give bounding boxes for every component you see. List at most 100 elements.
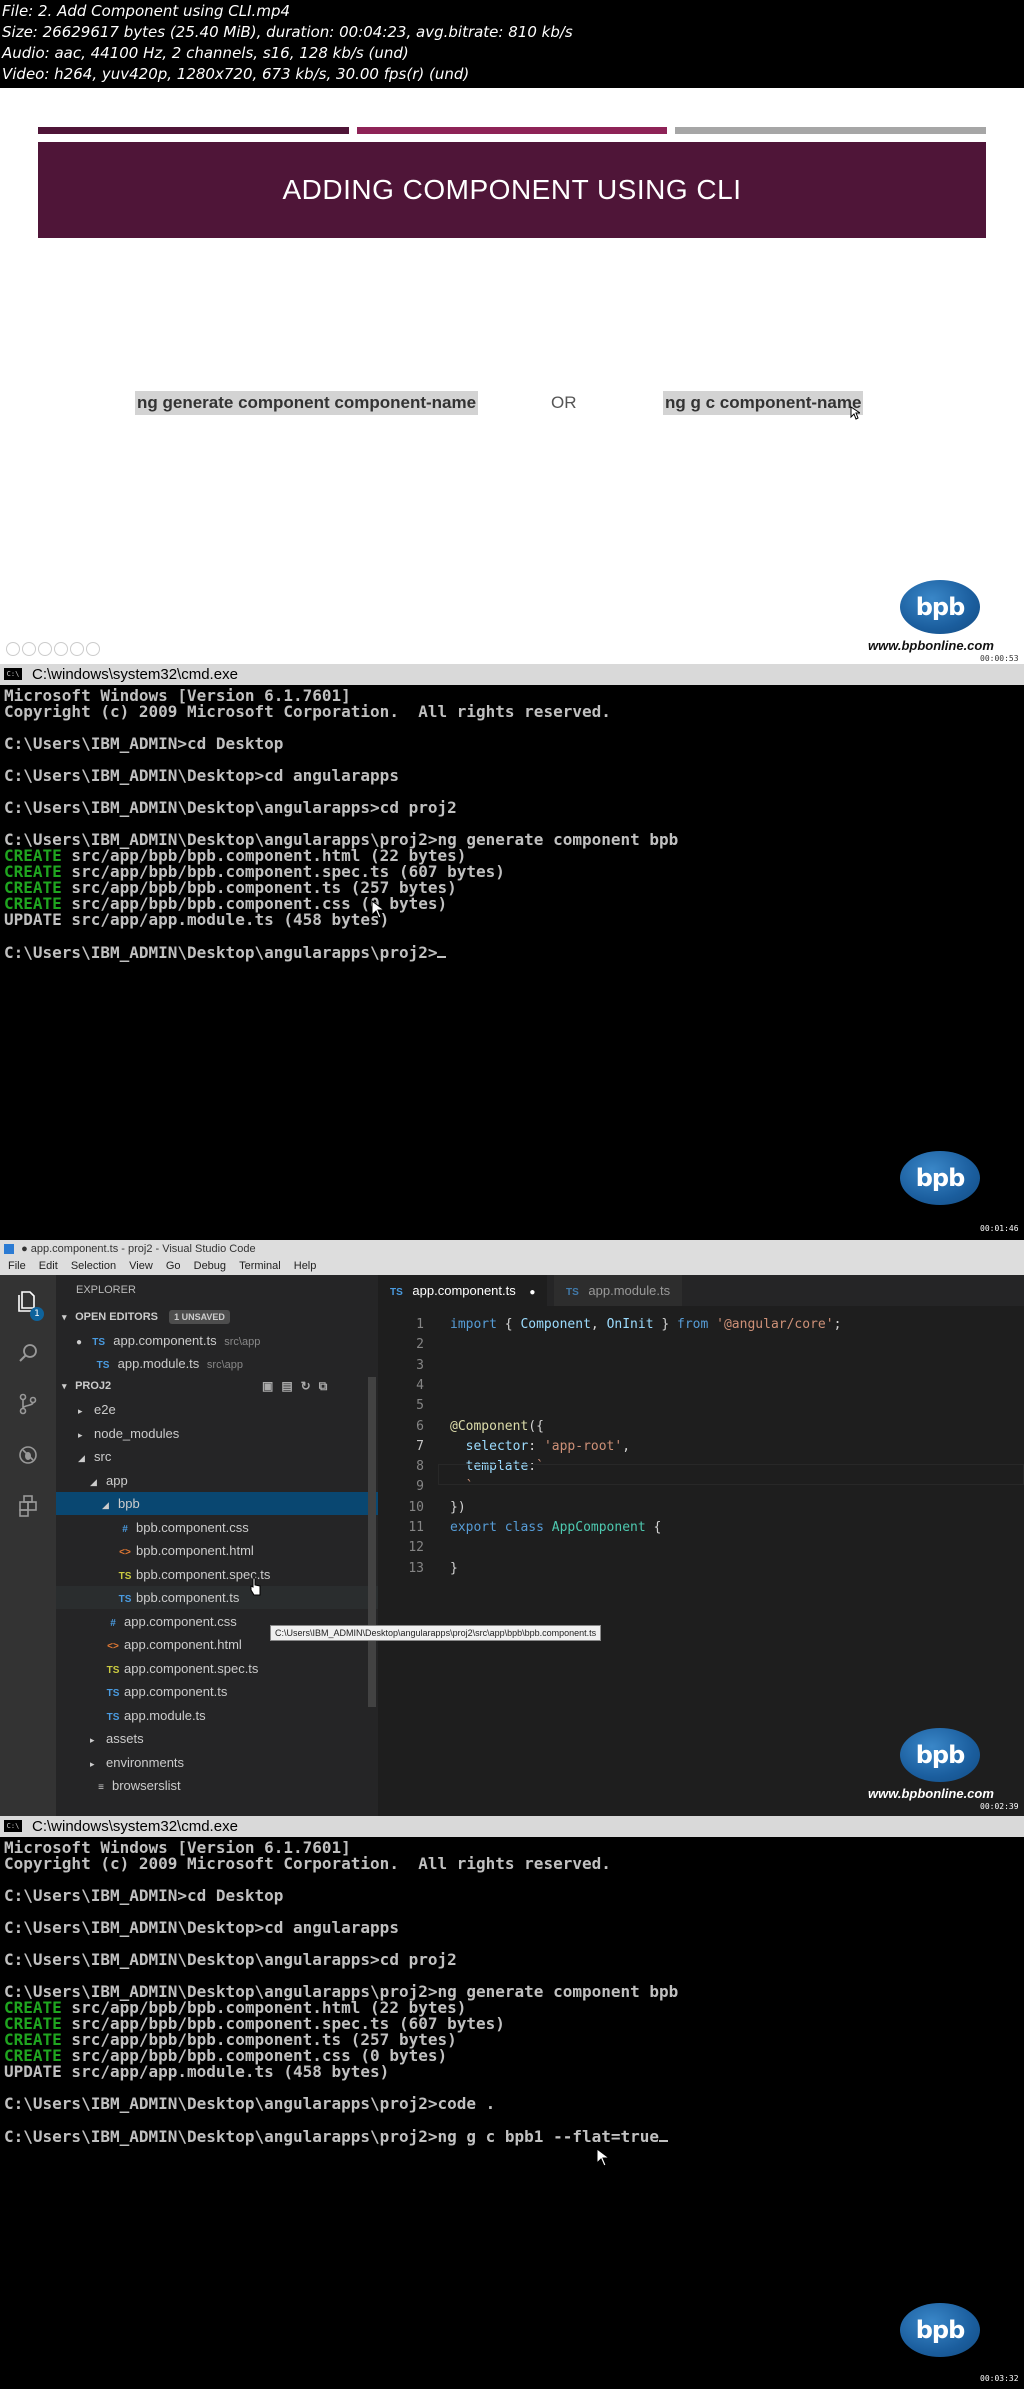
sidebar-scrollbar[interactable] — [368, 1377, 376, 1707]
html-file-icon: <> — [119, 1547, 131, 1558]
tab-app-component[interactable]: TS app.component.ts ● — [378, 1275, 548, 1306]
tree-item[interactable]: TS app.module.ts — [56, 1704, 378, 1727]
console-output[interactable]: Microsoft Windows [Version 6.1.7601] Copy… — [4, 688, 678, 961]
cmd-app-icon: C:\ — [4, 1820, 22, 1832]
tree-item[interactable]: ▸ e2e — [56, 1398, 378, 1421]
line-number: 3 — [416, 1357, 424, 1373]
line-number: 10 — [408, 1499, 424, 1515]
explorer-actions-icon[interactable]: ▣▤↻⧉ — [262, 1375, 335, 1398]
prev-control-icon[interactable] — [6, 642, 20, 656]
line-number: 11 — [408, 1520, 424, 1535]
pen-control-icon[interactable] — [38, 642, 52, 656]
tree-item-label: e2e — [94, 1402, 116, 1417]
tree-item-label: app.component.spec.ts — [124, 1660, 259, 1676]
slides-control-icon[interactable] — [70, 642, 84, 656]
more-control-icon[interactable] — [86, 642, 100, 656]
tree-item[interactable]: # bpb.component.css — [56, 1516, 378, 1539]
chevron-down-icon: ◢ — [102, 1500, 109, 1510]
menu-selection[interactable]: Selection — [71, 1260, 116, 1272]
tree-item-label: app.component.css — [124, 1613, 237, 1629]
console-line: C:\Users\IBM_ADMIN>cd Desktop — [4, 736, 678, 752]
mouse-pointer-icon — [850, 406, 860, 420]
console-text: Copyright (c) 2009 Microsoft Corporation… — [4, 702, 611, 721]
console-output[interactable]: Microsoft Windows [Version 6.1.7601] Copy… — [4, 1840, 678, 2145]
tree-item[interactable]: ▸ assets — [56, 1727, 378, 1750]
console-text: UPDATE src/app/app.module.ts (458 bytes) — [4, 910, 390, 929]
console-line: C:\Users\IBM_ADMIN\Desktop>cd angularapp… — [4, 1920, 678, 1936]
open-editor-path: src\app — [224, 1336, 261, 1348]
tree-item[interactable]: ◢ bpb — [56, 1492, 378, 1515]
console-line: C:\Users\IBM_ADMIN\Desktop\angularapps\p… — [4, 2096, 678, 2112]
console-text: C:\Users\IBM_ADMIN>cd Desktop — [4, 734, 284, 753]
console-text: C:\Users\IBM_ADMIN\Desktop\angularapps>c… — [4, 1950, 457, 1969]
logo-text: bpb — [915, 593, 966, 621]
line-number: 8 — [416, 1459, 424, 1475]
tab-label: app.component.ts — [412, 1283, 516, 1298]
open-editor-item[interactable]: ● TS app.component.ts src\app — [56, 1329, 378, 1352]
menu-go[interactable]: Go — [166, 1260, 181, 1272]
extensions-icon[interactable] — [16, 1494, 40, 1518]
menu-bar: File Edit Selection View Go Debug Termin… — [0, 1258, 1024, 1275]
tree-item[interactable]: TS app.component.ts — [56, 1680, 378, 1703]
tree-item[interactable]: ▸ environments — [56, 1751, 378, 1774]
tree-item-label: app — [106, 1472, 128, 1488]
tree-item-label: app.module.ts — [124, 1707, 206, 1723]
tree-item[interactable]: ◢ src — [56, 1445, 378, 1468]
console-line: C:\Users\IBM_ADMIN\Desktop\angularapps\p… — [4, 944, 678, 961]
debug-icon[interactable] — [16, 1443, 40, 1467]
tree-item-label: environments — [106, 1754, 185, 1770]
project-header[interactable]: ▾ PROJ2 ▣▤↻⧉ — [56, 1375, 378, 1398]
tab-label: app.module.ts — [588, 1283, 671, 1298]
command-long: ng generate component component-name — [135, 391, 479, 415]
menu-help[interactable]: Help — [294, 1260, 317, 1272]
audio-line: Audio: aac, 44100 Hz, 2 channels, s16, 1… — [2, 44, 409, 62]
open-editors-header[interactable]: ▾ OPEN EDITORS 1 UNSAVED — [56, 1306, 378, 1329]
menu-edit[interactable]: Edit — [39, 1260, 58, 1272]
menu-terminal[interactable]: Terminal — [239, 1260, 281, 1272]
slide-title: ADDING COMPONENT USING CLI — [38, 142, 986, 238]
command-short: ng g c component-name — [663, 391, 864, 415]
menu-file[interactable]: File — [8, 1260, 26, 1272]
cmd-window-2: C:\ C:\windows\system32\cmd.exe Microsof… — [0, 1816, 1024, 2389]
explorer-sidebar: EXPLORER ▾ OPEN EDITORS 1 UNSAVED ● TS a… — [56, 1275, 378, 1816]
tree-item[interactable]: <> bpb.component.html — [56, 1539, 378, 1562]
tab-app-module[interactable]: TS app.module.ts — [554, 1275, 683, 1306]
spec-file-icon: TS — [106, 1664, 120, 1676]
tree-item[interactable]: TS bpb.component.ts — [56, 1586, 378, 1609]
line-number: 13 — [408, 1560, 424, 1576]
code-line: export class AppComponent { — [450, 1520, 662, 1535]
tree-item-label: bpb.component.ts — [136, 1590, 240, 1605]
frame-timestamp: 00:03:32 — [980, 2374, 1019, 2383]
logo-text: bpb — [915, 2316, 966, 2344]
vscode-logo-icon — [4, 1244, 14, 1254]
chevron-down-icon: ▾ — [62, 1312, 67, 1322]
open-editors-label: OPEN EDITORS — [75, 1311, 158, 1323]
source-control-icon[interactable] — [16, 1392, 40, 1416]
zoom-control-icon[interactable] — [54, 642, 68, 656]
tree-item[interactable]: TS app.component.spec.ts — [56, 1657, 378, 1680]
cmd-title: C:\windows\system32\cmd.exe — [32, 1818, 238, 1835]
tree-item[interactable]: ≡ browserslist — [56, 1774, 378, 1797]
menu-debug[interactable]: Debug — [194, 1260, 226, 1272]
tree-item[interactable]: ▸ node_modules — [56, 1422, 378, 1445]
console-line: Copyright (c) 2009 Microsoft Corporation… — [4, 704, 678, 720]
video-line: Video: h264, yuv420p, 1280x720, 673 kb/s… — [2, 65, 470, 83]
dirty-dot-icon: ● — [76, 1337, 83, 1348]
slide-bar-3 — [675, 127, 986, 134]
menu-view[interactable]: View — [129, 1260, 153, 1272]
css-file-icon: # — [110, 1617, 116, 1629]
next-control-icon[interactable] — [22, 642, 36, 656]
cmd-window-1: C:\ C:\windows\system32\cmd.exe Microsof… — [0, 664, 1024, 1240]
open-editor-item[interactable]: TS app.module.ts src\app — [56, 1352, 378, 1375]
tree-item-label: app.component.html — [124, 1637, 242, 1652]
unsaved-badge: 1 UNSAVED — [169, 1310, 230, 1324]
website-label: www.bpbonline.com — [868, 638, 994, 653]
editor-tabs: TS app.component.ts ● TS app.module.ts — [378, 1275, 1024, 1306]
search-icon[interactable] — [16, 1341, 40, 1365]
tree-item[interactable]: TS bpb.component.spec.ts — [56, 1563, 378, 1586]
code-line: } — [450, 1560, 458, 1576]
console-line: C:\Users\IBM_ADMIN\Desktop\angularapps\p… — [4, 2128, 678, 2145]
cmd-titlebar: C:\ C:\windows\system32\cmd.exe — [0, 664, 1024, 685]
tree-item[interactable]: ◢ app — [56, 1469, 378, 1492]
text-cursor — [437, 944, 447, 958]
